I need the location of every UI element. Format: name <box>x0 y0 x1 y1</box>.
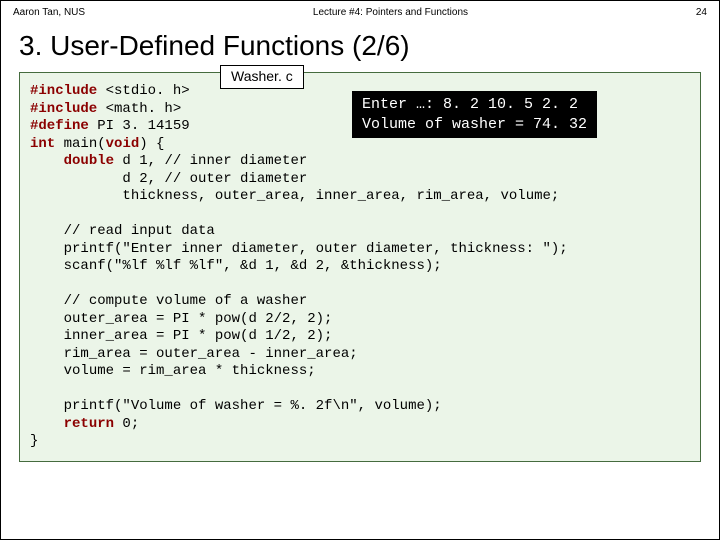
indent <box>30 416 64 432</box>
decl-rest: thickness, outer_area, inner_area, rim_a… <box>122 188 559 204</box>
decl-d2: d 2, // outer diameter <box>122 171 307 187</box>
scanf-line: scanf("%lf %lf %lf", &d 1, &d 2, &thickn… <box>64 258 442 274</box>
output-console: Enter …: 8. 2 10. 5 2. 2 Volume of washe… <box>352 91 597 138</box>
indent <box>30 241 64 257</box>
indent <box>30 398 64 414</box>
include-stdio: <stdio. h> <box>97 83 189 99</box>
define-pi: PI 3. 14159 <box>89 118 190 134</box>
page-title: 3. User-Defined Functions (2/6) <box>1 26 719 72</box>
indent <box>30 258 64 274</box>
close-brace: } <box>30 433 38 449</box>
indent <box>30 328 64 344</box>
indent <box>30 311 64 327</box>
comment-read: // read input data <box>64 223 215 239</box>
kw-return: return <box>64 416 114 432</box>
kw-int: int <box>30 136 55 152</box>
main-sig-2: ) { <box>139 136 164 152</box>
indent <box>30 293 64 309</box>
header-page-number: 24 <box>696 7 707 18</box>
header-author: Aaron Tan, NUS <box>13 7 85 18</box>
filename-badge: Washer. c <box>220 65 304 89</box>
outer-area: outer_area = PI * pow(d 2/2, 2); <box>64 311 333 327</box>
slide-header: Aaron Tan, NUS Lecture #4: Pointers and … <box>1 1 719 26</box>
decl-d1: d 1, // inner diameter <box>114 153 307 169</box>
return-zero: 0; <box>114 416 139 432</box>
output-prompt: Enter …: <box>362 96 443 113</box>
main-sig-1: main( <box>55 136 105 152</box>
indent <box>30 188 122 204</box>
indent <box>30 171 122 187</box>
output-user-input: 8. 2 10. 5 2. 2 <box>443 96 578 113</box>
indent <box>30 363 64 379</box>
volume: volume = rim_area * thickness; <box>64 363 316 379</box>
include-math: <math. h> <box>97 101 181 117</box>
inner-area: inner_area = PI * pow(d 1/2, 2); <box>64 328 333 344</box>
comment-compute: // compute volume of a washer <box>64 293 308 309</box>
indent <box>30 223 64 239</box>
code-block: #include <stdio. h> #include <math. h> #… <box>19 72 701 462</box>
kw-include-1: #include <box>30 83 97 99</box>
kw-define: #define <box>30 118 89 134</box>
kw-void: void <box>106 136 140 152</box>
printf-result: printf("Volume of washer = %. 2f\n", vol… <box>64 398 442 414</box>
indent <box>30 346 64 362</box>
output-result: Volume of washer = 74. 32 <box>362 116 587 133</box>
rim-area: rim_area = outer_area - inner_area; <box>64 346 358 362</box>
indent <box>30 153 64 169</box>
kw-double: double <box>64 153 114 169</box>
header-lecture-title: Lecture #4: Pointers and Functions <box>85 7 696 18</box>
printf-prompt: printf("Enter inner diameter, outer diam… <box>64 241 568 257</box>
kw-include-2: #include <box>30 101 97 117</box>
